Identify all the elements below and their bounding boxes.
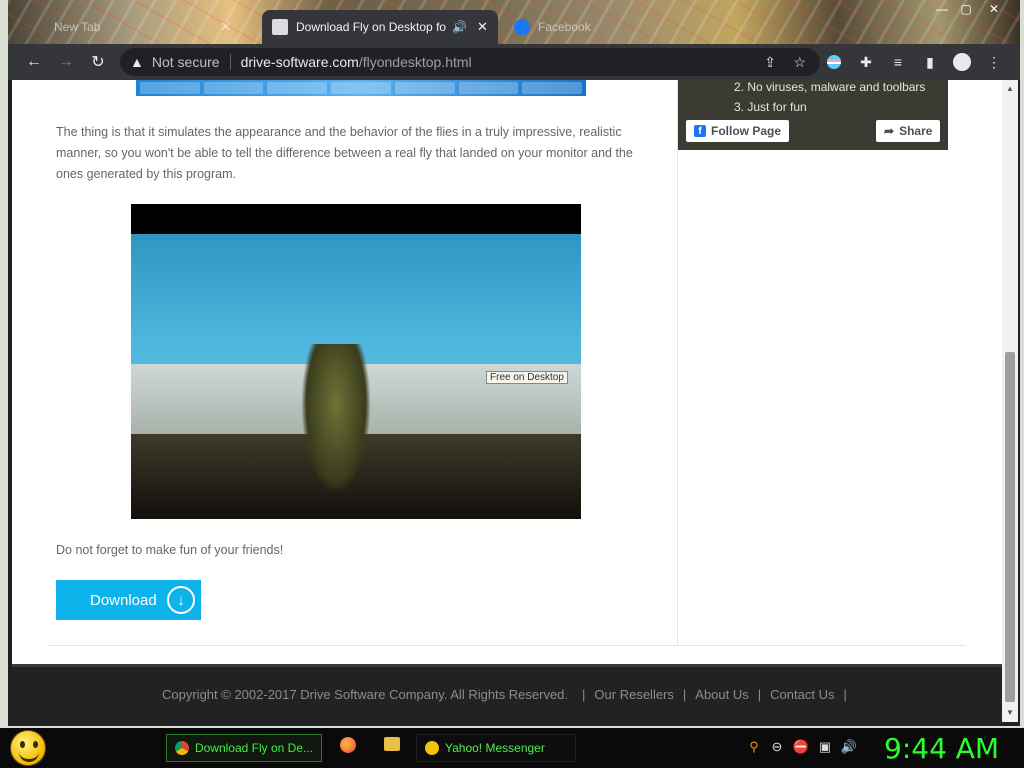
status-icon[interactable]: ⊖ bbox=[768, 739, 786, 757]
sidebar-divider bbox=[677, 80, 678, 645]
media-queue-icon[interactable]: ≡ bbox=[888, 52, 908, 72]
share-label: Share bbox=[899, 124, 933, 138]
footer-separator: | bbox=[682, 687, 687, 702]
page-footer: Copyright © 2002-2017 Drive Software Com… bbox=[12, 664, 1002, 722]
close-window-icon[interactable]: ✕ bbox=[984, 2, 1004, 16]
page-scrollbar[interactable]: ▲ ▼ bbox=[1002, 80, 1018, 722]
taskbar-item-messenger[interactable]: Yahoo! Messenger bbox=[416, 734, 576, 762]
facebook-icon bbox=[514, 19, 530, 35]
browser-window: New Tab ✕ Download Fly on Desktop fo 🔊 ✕… bbox=[8, 0, 1020, 726]
browser-toolbar: ← → ↻ ▲ Not secure drive-software.com/fl… bbox=[8, 44, 1020, 80]
url-path: /flyondesktop.html bbox=[358, 54, 472, 70]
widget-list-item: 3. Just for fun bbox=[734, 100, 807, 114]
puzzle-icon[interactable]: ✚ bbox=[856, 52, 876, 72]
scroll-up-icon[interactable]: ▲ bbox=[1002, 82, 1018, 96]
back-icon[interactable]: ← bbox=[20, 48, 48, 76]
chrome-icon bbox=[175, 741, 189, 755]
share-icon: ➦ bbox=[884, 124, 895, 138]
tab-label: Download Fly on Desktop fo bbox=[296, 20, 446, 34]
article-paragraph: The thing is that it simulates the appea… bbox=[56, 125, 633, 181]
os-taskbar: Download Fly on De... Yahoo! Messenger ⚲… bbox=[0, 728, 1024, 768]
footer-link-resellers[interactable]: Our Resellers bbox=[594, 687, 673, 702]
network-icon[interactable]: ▣ bbox=[816, 739, 834, 757]
divider bbox=[229, 54, 231, 70]
taskbar-item-browser[interactable]: Download Fly on De... bbox=[166, 734, 322, 762]
screenshot-image-strip bbox=[136, 80, 586, 96]
system-clock: 9:44 AM bbox=[884, 732, 1000, 765]
menu-icon[interactable]: ⋮ bbox=[984, 52, 1004, 72]
start-menu-smiley-icon[interactable] bbox=[10, 730, 46, 766]
keyboard-icon bbox=[272, 19, 288, 35]
follow-page-button[interactable]: f Follow Page bbox=[686, 120, 790, 142]
share-button[interactable]: ➦ Share bbox=[876, 120, 941, 142]
tab-download-fly[interactable]: Download Fly on Desktop fo 🔊 ✕ bbox=[262, 10, 498, 44]
download-label: Download bbox=[90, 591, 157, 609]
download-arrow-icon: ↓ bbox=[167, 586, 195, 614]
close-icon[interactable]: ✕ bbox=[220, 19, 231, 35]
firefox-icon[interactable] bbox=[340, 737, 358, 755]
speaker-icon[interactable]: 🔊 bbox=[452, 20, 467, 34]
url-domain: drive-software.com bbox=[240, 54, 359, 70]
scroll-down-icon[interactable]: ▼ bbox=[1002, 706, 1018, 720]
tab-facebook[interactable]: Facebook bbox=[504, 12, 601, 42]
side-panel-icon[interactable]: ▮ bbox=[920, 52, 940, 72]
search-icon[interactable]: ⚲ bbox=[745, 739, 763, 757]
bookmark-star-icon[interactable]: ☆ bbox=[793, 54, 806, 71]
widget-list-item: 2. No viruses, malware and toolbars bbox=[734, 80, 926, 94]
article-caption: Do not forget to make fun of your friend… bbox=[56, 543, 284, 557]
follow-label: Follow Page bbox=[711, 124, 782, 138]
scroll-thumb[interactable] bbox=[1005, 352, 1015, 702]
security-label[interactable]: Not secure bbox=[152, 54, 220, 70]
share-icon[interactable]: ⇪ bbox=[764, 54, 776, 71]
close-icon[interactable]: ✕ bbox=[477, 19, 488, 35]
tab-new-tab[interactable]: New Tab ✕ bbox=[44, 12, 241, 42]
footer-link-contact[interactable]: Contact Us bbox=[770, 687, 834, 702]
web-page: The thing is that it simulates the appea… bbox=[12, 80, 1002, 664]
extension-flag-icon[interactable] bbox=[824, 52, 844, 72]
video-player[interactable]: Free on Desktop bbox=[131, 204, 581, 519]
minimize-icon[interactable]: — bbox=[932, 2, 952, 16]
footer-separator: | bbox=[757, 687, 762, 702]
tab-strip: New Tab ✕ Download Fly on Desktop fo 🔊 ✕… bbox=[8, 0, 1020, 44]
facebook-icon: f bbox=[694, 125, 706, 137]
mantis-figure bbox=[301, 344, 371, 494]
forward-icon[interactable]: → bbox=[52, 48, 80, 76]
content-divider bbox=[48, 645, 966, 646]
copyright-text: Copyright © 2002-2017 Drive Software Com… bbox=[162, 687, 569, 702]
tab-label: New Tab bbox=[54, 20, 101, 34]
yahoo-smiley-icon bbox=[425, 741, 439, 755]
reload-icon[interactable]: ↻ bbox=[84, 48, 112, 76]
warning-icon[interactable]: ▲ bbox=[130, 54, 144, 70]
taskbar-item-label: Yahoo! Messenger bbox=[445, 741, 545, 755]
update-icon[interactable]: ⛔ bbox=[792, 739, 810, 757]
taskbar-item-label: Download Fly on De... bbox=[194, 741, 313, 755]
address-bar[interactable]: ▲ Not secure drive-software.com/flyondes… bbox=[120, 48, 820, 76]
tab-label: Facebook bbox=[538, 20, 591, 34]
footer-link-about[interactable]: About Us bbox=[695, 687, 748, 702]
maximize-icon[interactable]: ▢ bbox=[956, 2, 976, 16]
video-tooltip: Free on Desktop bbox=[486, 371, 568, 384]
profile-avatar-icon[interactable] bbox=[952, 52, 972, 72]
footer-separator: | bbox=[843, 687, 847, 702]
facebook-widget: 2. No viruses, malware and toolbars 3. J… bbox=[678, 80, 948, 150]
footer-separator: | bbox=[582, 687, 586, 702]
download-button[interactable]: Download ↓ bbox=[56, 580, 201, 620]
file-manager-icon[interactable] bbox=[384, 737, 402, 755]
volume-icon[interactable]: 🔊 bbox=[840, 739, 858, 757]
